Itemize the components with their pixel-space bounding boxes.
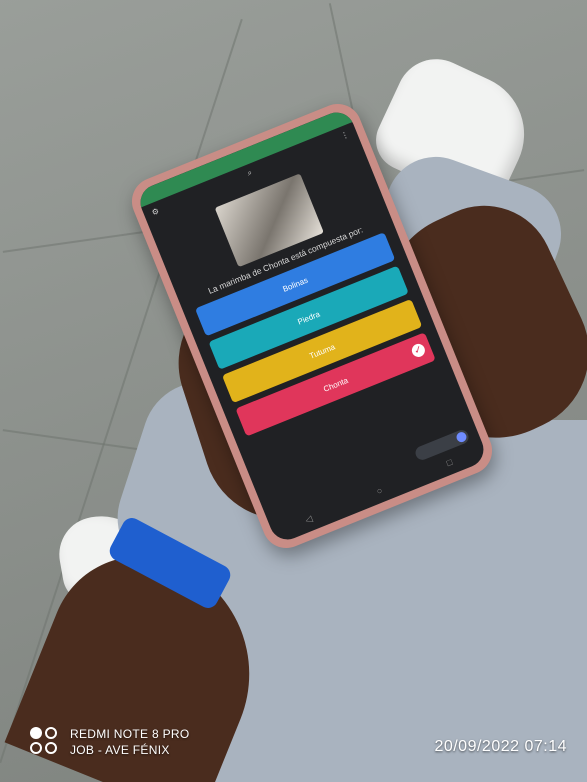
home-icon[interactable]: ○ [375, 485, 384, 497]
settings-icon[interactable]: ⚙ [150, 206, 160, 217]
camera-watermark: REDMI NOTE 8 PRO JOB - AVE FÉNIX [30, 726, 189, 758]
answer-label: Piedra [296, 309, 322, 327]
menu-icon[interactable]: ⋮ [339, 129, 350, 140]
camera-brand-icon [30, 727, 60, 757]
photo-scene: ⚙ ⌕ ⋮ La marimba de Chonta está compuest… [0, 0, 587, 782]
answer-label: Chonta [322, 375, 350, 394]
answer-label: Bolinas [281, 275, 310, 294]
back-icon[interactable]: ◁ [304, 513, 315, 526]
photo-timestamp: 20/09/2022 07:14 [434, 738, 567, 755]
answer-label: Tutuma [308, 342, 337, 361]
author-credit: JOB - AVE FÉNIX [70, 743, 170, 757]
recents-icon[interactable]: □ [445, 457, 454, 469]
device-model: REDMI NOTE 8 PRO [70, 727, 190, 741]
toggle-knob [454, 430, 469, 444]
watermark-text: REDMI NOTE 8 PRO JOB - AVE FÉNIX [70, 726, 189, 758]
search-icon[interactable]: ⌕ [246, 168, 254, 179]
checkmark-icon: ✓ [410, 342, 427, 360]
